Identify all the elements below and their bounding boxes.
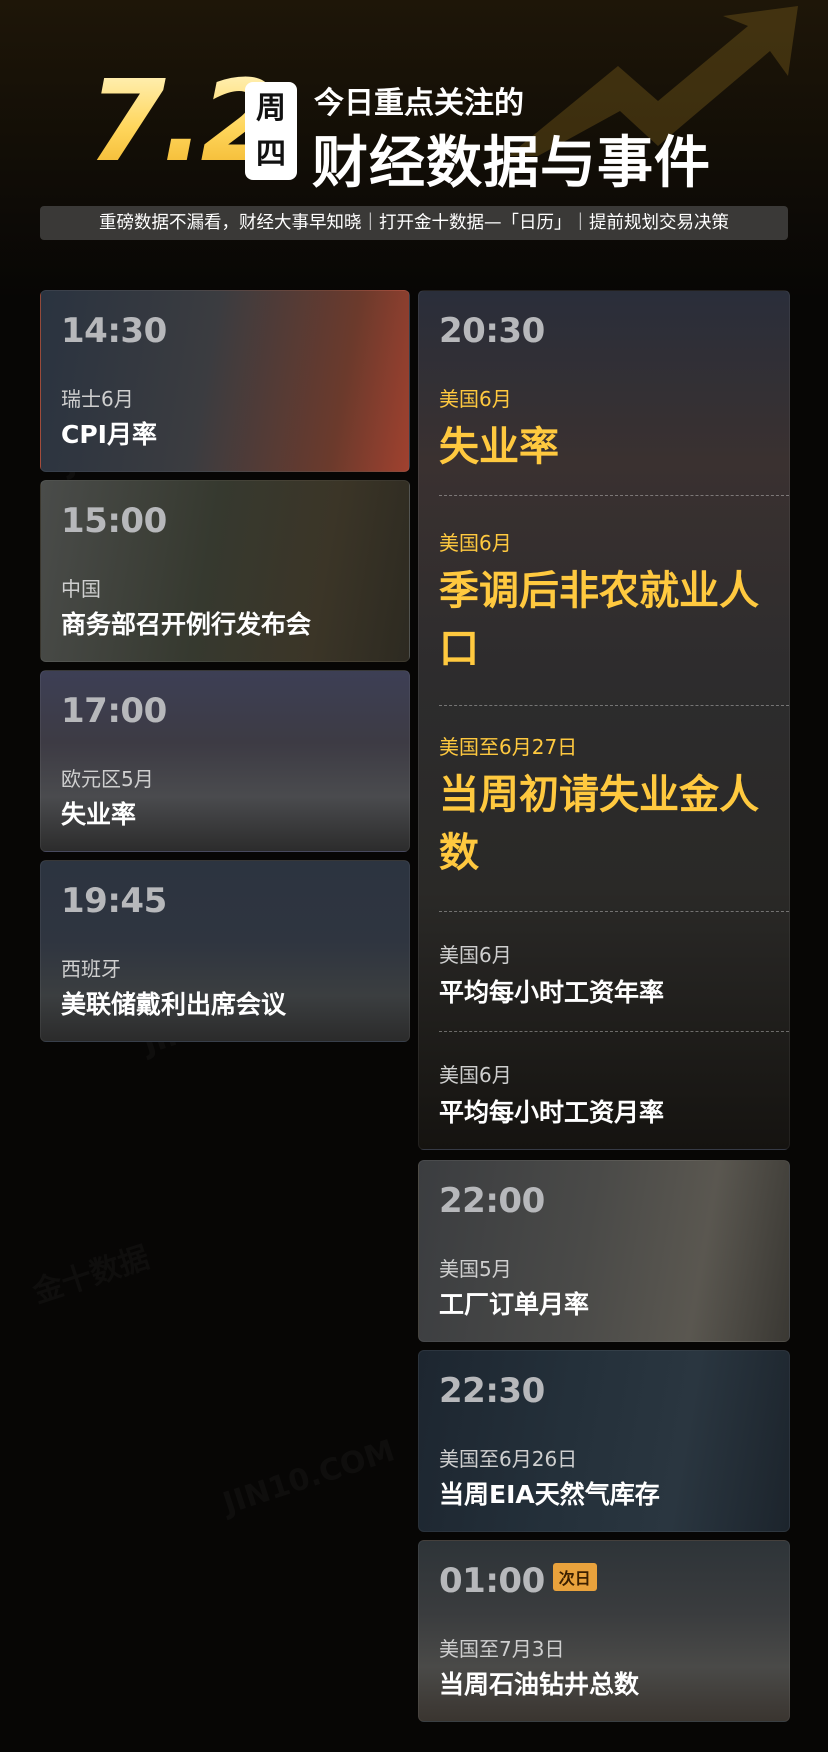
- event-region: 美国6月: [439, 387, 512, 411]
- event-time: 22:00: [439, 1181, 545, 1221]
- watermark: 金十数据: [26, 1233, 154, 1312]
- event-title: 失业率: [61, 800, 137, 829]
- event-time: 22:30: [439, 1371, 545, 1411]
- us-event-item: 美国6月 季调后非农就业人口: [439, 527, 769, 678]
- weekday-badge: 周四: [245, 82, 297, 180]
- event-region: 欧元区5月: [61, 767, 154, 791]
- event-region: 中国: [61, 577, 101, 601]
- event-title: 失业率: [439, 424, 559, 470]
- event-time: 17:00: [61, 691, 167, 731]
- event-card-us-oil-rig-count[interactable]: 01:00 次日 美国至7月3日 当周石油钻井总数: [418, 1540, 790, 1722]
- event-card-us-2030-block[interactable]: 20:30 美国6月 失业率 美国6月 季调后非农就业人口 美国至6月27日 当…: [418, 290, 790, 1150]
- event-title: CPI月率: [61, 420, 157, 449]
- event-title: 工厂订单月率: [439, 1290, 590, 1319]
- event-region: 美国至7月3日: [439, 1637, 565, 1661]
- dashed-divider: [439, 911, 789, 912]
- event-time: 01:00 次日: [439, 1561, 597, 1601]
- event-card-eurozone-unemployment[interactable]: 17:00 欧元区5月 失业率: [40, 670, 410, 852]
- event-title: 美联储戴利出席会议: [61, 990, 287, 1019]
- event-title: 当周石油钻井总数: [439, 1670, 640, 1699]
- dashed-divider: [439, 1031, 789, 1032]
- header: 7.2 周四 今日重点关注的 财经数据与事件 重磅数据不漏看，财经大事早知晓｜打…: [0, 0, 828, 250]
- next-day-badge: 次日: [552, 1562, 597, 1591]
- event-time: 19:45: [61, 881, 167, 921]
- event-time: 20:30: [439, 311, 545, 351]
- dashed-divider: [439, 495, 789, 496]
- event-title: 商务部召开例行发布会: [61, 610, 312, 639]
- us-event-item: 美国6月 平均每小时工资月率: [439, 1059, 769, 1130]
- event-title: 当周EIA天然气库存: [439, 1480, 660, 1509]
- event-card-spain-fed-daly[interactable]: 19:45 西班牙 美联储戴利出席会议: [40, 860, 410, 1042]
- event-region: 美国至6月26日: [439, 1447, 578, 1471]
- event-title: 平均每小时工资年率: [439, 978, 665, 1007]
- event-title: 当周初请失业金人数: [439, 772, 759, 876]
- us-event-item: 美国6月 失业率: [439, 383, 769, 476]
- event-region: 西班牙: [61, 957, 121, 981]
- page-title: 财经数据与事件: [312, 131, 711, 196]
- us-event-item: 美国6月 平均每小时工资年率: [439, 939, 769, 1010]
- event-card-china-mofcom[interactable]: 15:00 中国 商务部召开例行发布会: [40, 480, 410, 662]
- event-region: 美国6月: [439, 531, 512, 555]
- dashed-divider: [439, 705, 789, 706]
- event-time-text: 01:00: [439, 1561, 545, 1601]
- event-time: 15:00: [61, 501, 167, 541]
- event-title: 季调后非农就业人口: [439, 568, 759, 672]
- event-region: 美国至6月27日: [439, 735, 578, 759]
- page-subtitle: 今日重点关注的: [314, 86, 524, 121]
- event-region: 瑞士6月: [61, 387, 134, 411]
- event-title: 平均每小时工资月率: [439, 1098, 665, 1127]
- event-region: 美国6月: [439, 943, 512, 967]
- watermark: JIN10.COM: [219, 1433, 399, 1521]
- tagline-bar: 重磅数据不漏看，财经大事早知晓｜打开金十数据—「日历」｜提前规划交易决策: [40, 206, 788, 240]
- event-time: 14:30: [61, 311, 167, 351]
- event-card-swiss-cpi[interactable]: 14:30 瑞士6月 CPI月率: [40, 290, 410, 472]
- event-card-us-factory-orders[interactable]: 22:00 美国5月 工厂订单月率: [418, 1160, 790, 1342]
- event-card-us-eia-gas[interactable]: 22:30 美国至6月26日 当周EIA天然气库存: [418, 1350, 790, 1532]
- event-region: 美国6月: [439, 1063, 512, 1087]
- us-event-item: 美国至6月27日 当周初请失业金人数: [439, 731, 769, 882]
- event-region: 美国5月: [439, 1257, 512, 1281]
